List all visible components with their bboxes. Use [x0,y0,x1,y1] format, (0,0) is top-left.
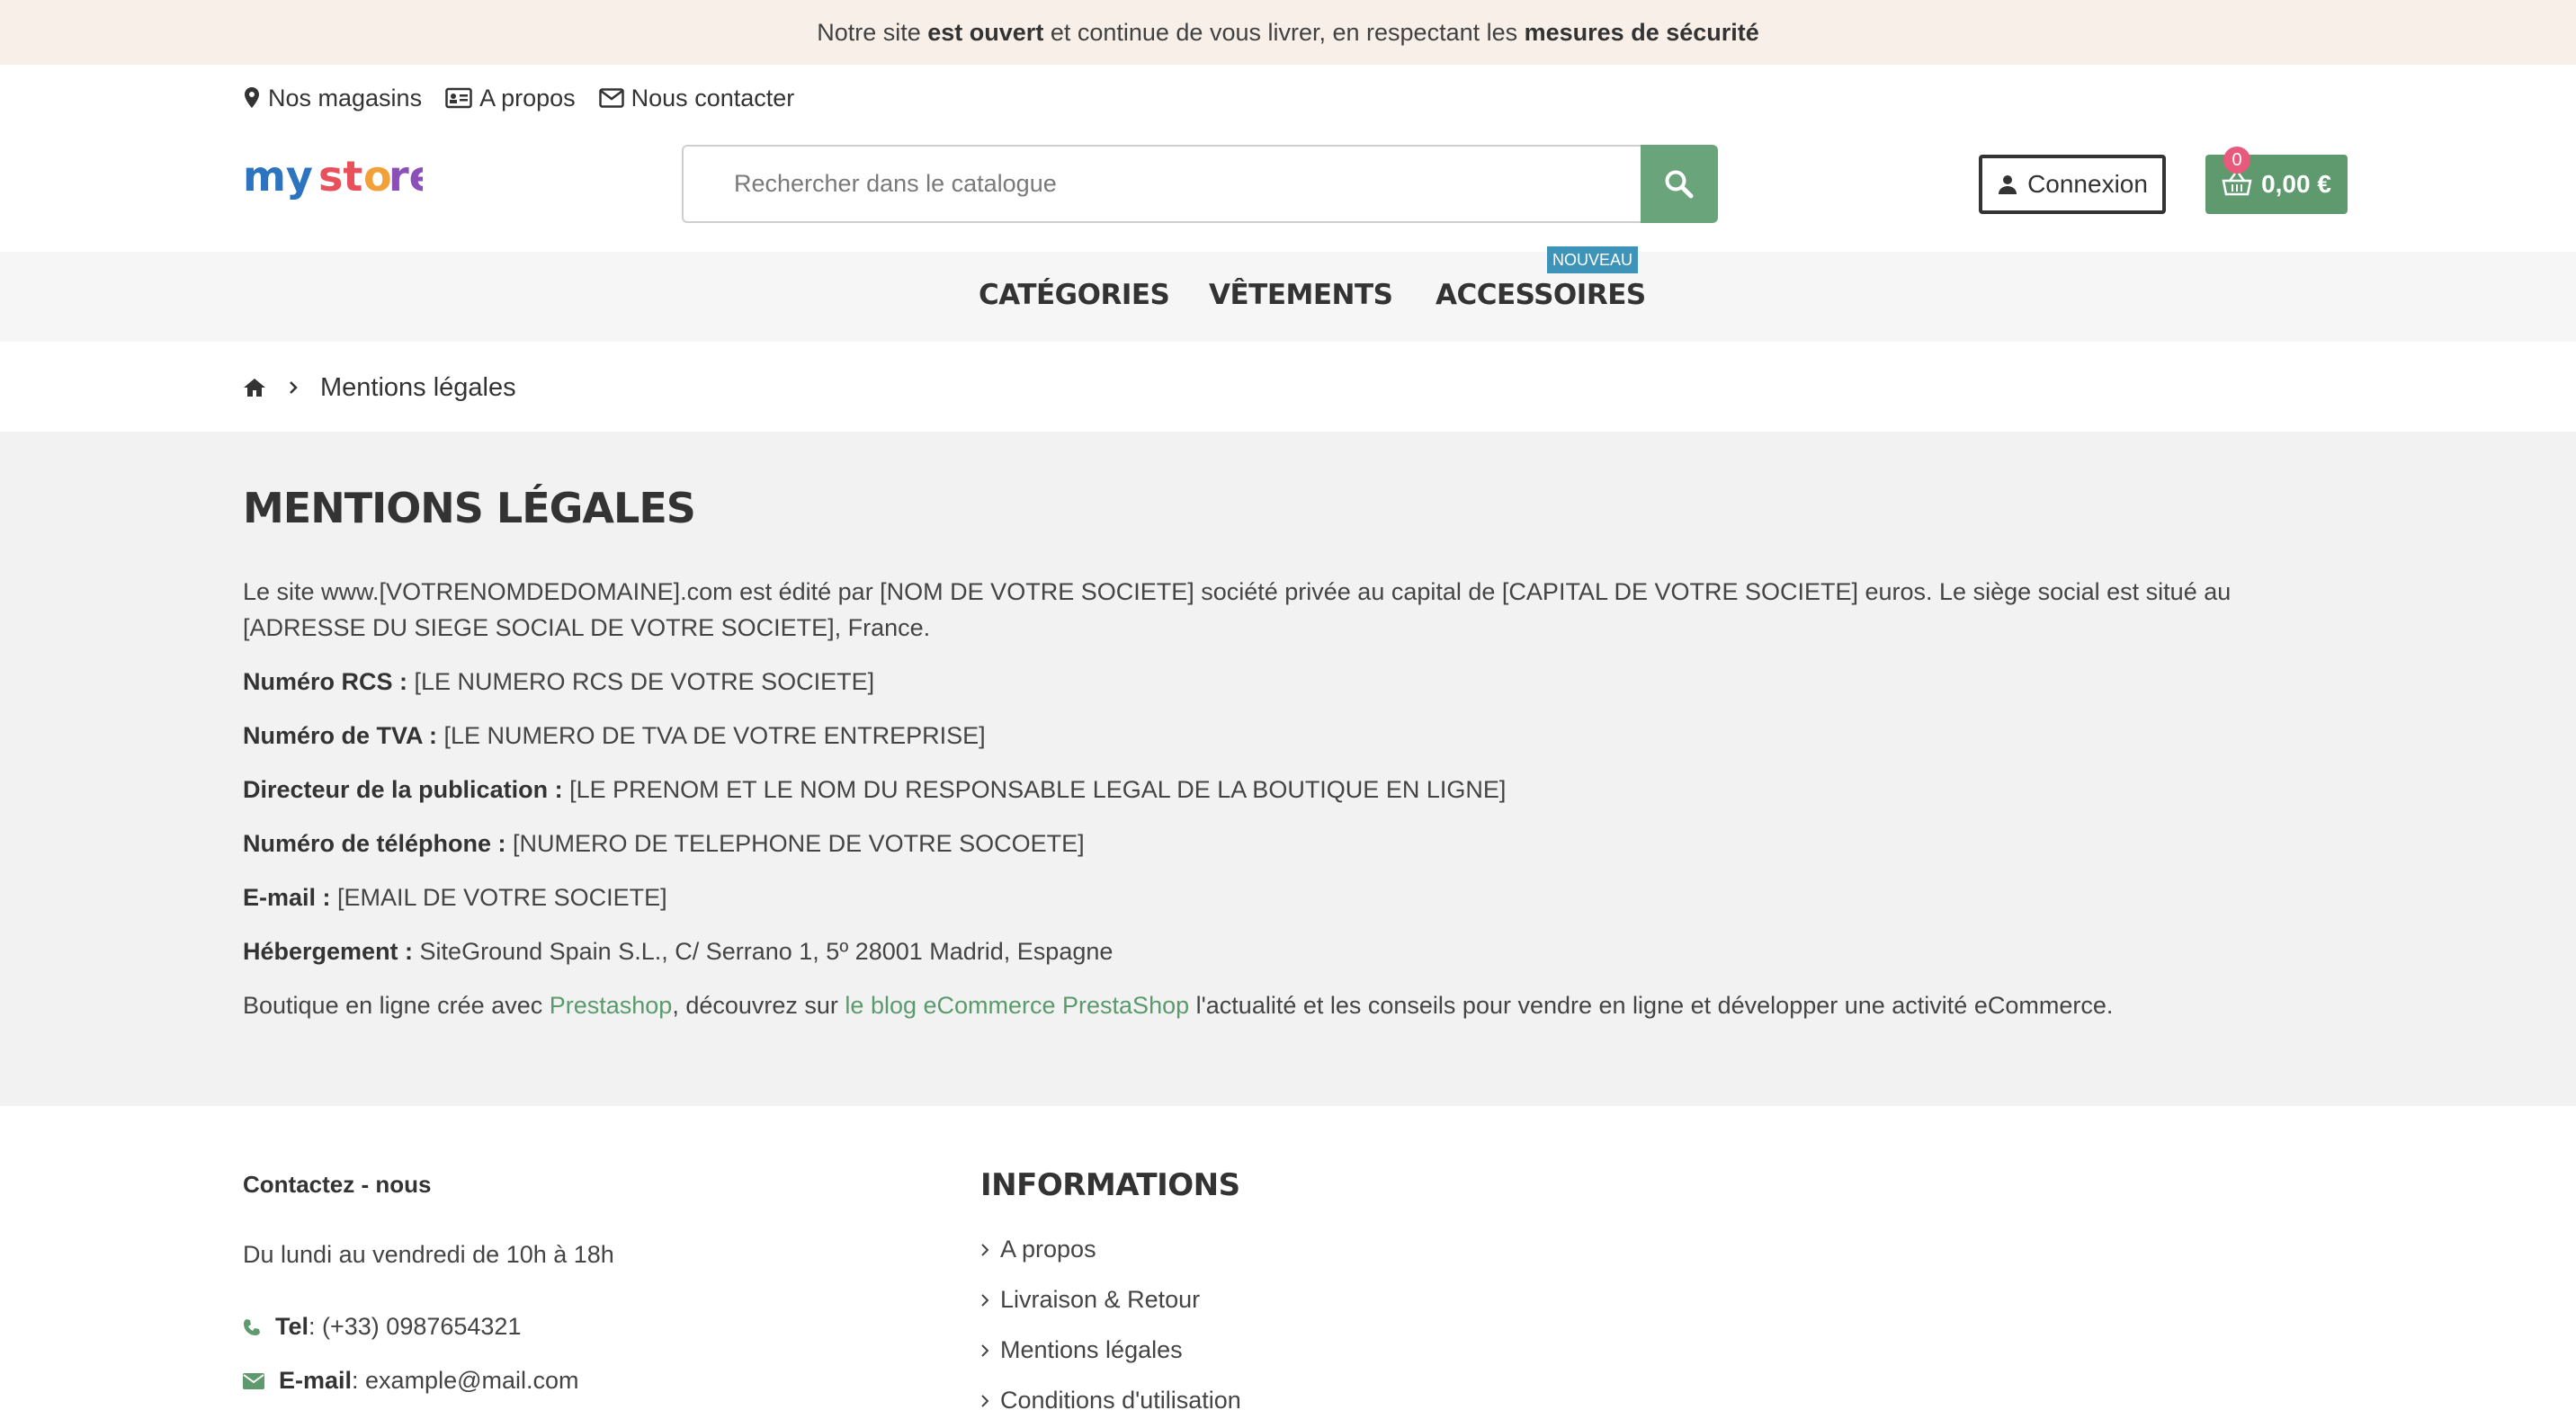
svg-text:o: o [363,153,392,201]
breadcrumb: Mentions légales [243,369,516,406]
row-label: Numéro de TVA : [243,722,438,749]
chevron-right-icon [981,1394,989,1407]
my-store-logo-image: my st o re [243,152,437,201]
svg-text:st: st [318,153,362,201]
footer-link-shipping[interactable]: Livraison & Retour [980,1286,1200,1314]
top-utility-nav: Nos magasins A propos Nous contacter [243,81,794,115]
row-value: [LE PRENOM ET LE NOM DU RESPONSABLE LEGA… [562,776,1507,803]
search-input[interactable] [682,145,1641,223]
user-icon [1999,175,2017,194]
chevron-right-icon [290,381,298,394]
row-value: [NUMERO DE TELEPHONE DE VOTRE SOCOETE] [505,830,1085,857]
stores-link[interactable]: Nos magasins [243,85,422,112]
legal-row-tva: Numéro de TVA : [LE NUMERO DE TVA DE VOT… [243,718,986,754]
footer-link-label: Conditions d'utilisation [1000,1387,1241,1414]
row-label: E-mail : [243,884,331,911]
footer-phone-text: Tel: (+33) 0987654321 [275,1313,521,1341]
envelope-icon [598,88,624,108]
intro-paragraph: Le site www.[VOTRENOMDEDOMAINE].com est … [243,578,2232,641]
legal-row-rcs: Numéro RCS : [LE NUMERO RCS DE VOTRE SOC… [243,664,874,700]
about-link-label: A propos [479,84,576,112]
nav-item-categories[interactable]: CATÉGORIES [979,279,1170,311]
row-label: Numéro RCS : [243,668,408,695]
search-icon [1665,170,1694,198]
nav-item-accessoires[interactable]: ACCESSOIRES [1436,279,1646,311]
footer-contact-title: Contactez - nous [243,1171,432,1198]
closing-mid: , découvrez sur [672,992,845,1019]
chevron-right-icon [981,1293,989,1307]
row-value: SiteGround Spain S.L., C/ Serrano 1, 5º … [413,938,1114,965]
banner-text-mid: et continue de vous livrer, en respectan… [1043,18,1525,46]
footer-phone-value: : (+33) 0987654321 [309,1313,522,1340]
contact-link-label: Nous contacter [631,84,795,112]
page-title: MENTIONS LÉGALES [243,484,696,532]
footer-link-label: Livraison & Retour [1000,1286,1201,1313]
legal-row-phone: Numéro de téléphone : [NUMERO DE TELEPHO… [243,826,1085,861]
about-link[interactable]: A propos [445,85,576,112]
footer-email: E-mail: example@mail.com [243,1367,579,1395]
shopping-basket-icon [2222,173,2252,196]
svg-text:re: re [389,153,423,201]
envelope-icon [243,1372,264,1389]
footer-link-about[interactable]: A propos [980,1236,1096,1263]
legal-row-email: E-mail : [EMAIL DE VOTRE SOCIETE] [243,879,667,915]
store-logo[interactable]: my st o re [243,152,437,216]
announcement-banner: Notre site est ouvert et continue de vou… [0,0,2576,65]
closing-post: l'actualité et les conseils pour vendre … [1189,992,2114,1019]
nav-item-vetements[interactable]: VÊTEMENTS [1209,279,1393,311]
main-navigation: CATÉGORIES VÊTEMENTS ACCESSOIRES [0,252,2576,342]
chevron-right-icon [981,1243,989,1256]
breadcrumb-current: Mentions légales [320,372,516,402]
new-badge: NOUVEAU [1547,246,1639,273]
row-label: Numéro de téléphone : [243,830,506,857]
stores-link-label: Nos magasins [268,84,423,112]
closing-paragraph: Boutique en ligne crée avec Prestashop, … [243,987,2113,1023]
row-value: [EMAIL DE VOTRE SOCIETE] [330,884,667,911]
footer-email-text: E-mail: example@mail.com [279,1367,579,1395]
row-value: [LE NUMERO DE TVA DE VOTRE ENTREPRISE] [437,722,986,749]
footer-info-title: INFORMATIONS [980,1167,1240,1203]
closing-pre: Boutique en ligne crée avec [243,992,550,1019]
footer-link-legal[interactable]: Mentions légales [980,1336,1183,1364]
footer-link-terms[interactable]: Conditions d'utilisation [980,1387,1241,1415]
row-label: Directeur de la publication : [243,776,563,803]
home-icon[interactable] [243,377,266,398]
row-value: [LE NUMERO RCS DE VOTRE SOCIETE] [407,668,875,695]
contact-link[interactable]: Nous contacter [598,84,795,112]
banner-text-pre: Notre site [817,18,928,46]
cart-total: 0,00 € [2261,170,2331,198]
footer-phone: Tel: (+33) 0987654321 [243,1313,521,1341]
blog-link[interactable]: le blog eCommerce PrestaShop [845,992,1189,1019]
row-label: Hébergement : [243,938,414,965]
legal-row-director: Directeur de la publication : [LE PRENOM… [243,772,1506,808]
phone-icon [244,1318,260,1335]
search-button[interactable] [1641,145,1718,223]
footer-hours: Du lundi au vendredi de 10h à 18h [243,1241,614,1268]
login-button[interactable]: Connexion [1979,155,2166,214]
cart-count-badge: 0 [2223,147,2250,174]
legal-row-hosting: Hébergement : SiteGround Spain S.L., C/ … [243,933,1113,969]
id-card-icon [445,87,472,109]
catalog-search [682,145,1718,223]
svg-text:my: my [243,153,313,201]
footer-link-label: A propos [1000,1236,1096,1263]
footer-email-label: E-mail [279,1367,353,1394]
footer-email-value: : example@mail.com [352,1367,579,1394]
footer-phone-label: Tel [275,1313,309,1340]
banner-text-bold-safety: mesures de sécurité [1524,18,1759,46]
prestashop-link[interactable]: Prestashop [550,992,673,1019]
footer-link-label: Mentions légales [1000,1336,1183,1363]
banner-text-bold-open: est ouvert [927,18,1044,46]
map-pin-icon [245,87,259,108]
login-label: Connexion [2027,170,2148,198]
chevron-right-icon [981,1343,989,1357]
